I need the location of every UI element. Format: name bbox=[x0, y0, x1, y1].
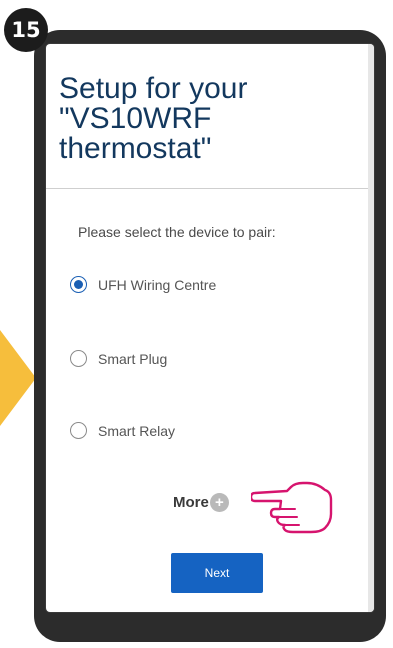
option-label: UFH Wiring Centre bbox=[98, 276, 217, 293]
next-button[interactable]: Next bbox=[171, 553, 263, 593]
radio-button[interactable] bbox=[70, 422, 87, 439]
more-label: More bbox=[173, 494, 209, 511]
more-button[interactable]: More + bbox=[173, 493, 229, 512]
plus-circle-icon[interactable]: + bbox=[209, 493, 229, 512]
page-title: Setup for your "VS10WRF thermostat" bbox=[59, 72, 248, 166]
divider bbox=[46, 188, 368, 189]
pointing-hand-icon bbox=[251, 481, 333, 534]
option-label: Smart Relay bbox=[98, 422, 176, 439]
radio-option-ufh-wiring-centre[interactable]: UFH Wiring Centre bbox=[70, 276, 216, 293]
radio-button[interactable] bbox=[70, 350, 87, 367]
step-number-badge: 15 bbox=[4, 8, 48, 52]
radio-option-smart-plug[interactable]: Smart Plug bbox=[70, 350, 167, 367]
arrow-right-icon bbox=[0, 330, 36, 426]
app-screen: Setup for your "VS10WRF thermostat" Plea… bbox=[46, 44, 374, 612]
pair-prompt: Please select the device to pair: bbox=[78, 224, 276, 240]
radio-option-smart-relay[interactable]: Smart Relay bbox=[70, 422, 175, 439]
phone-frame: Setup for your "VS10WRF thermostat" Plea… bbox=[34, 30, 386, 642]
option-label: Smart Plug bbox=[98, 350, 168, 367]
radio-button-selected[interactable] bbox=[70, 276, 87, 293]
